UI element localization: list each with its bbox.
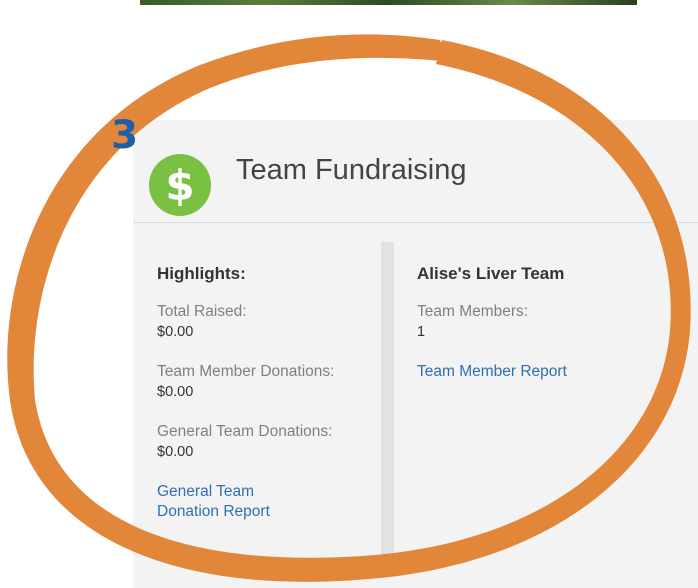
dollar-icon: $ <box>149 154 211 216</box>
general-team-donation-report-link[interactable]: General Team Donation Report <box>157 482 367 522</box>
step-number-badge: 3 <box>111 113 139 158</box>
team-members-value: 1 <box>417 324 426 340</box>
team-member-report-link[interactable]: Team Member Report <box>417 362 677 382</box>
general-team-donations-value: $0.00 <box>157 444 194 460</box>
total-raised-label: Total Raised: <box>157 303 247 320</box>
team-column: Alise's Liver Team Team Members: 1 Team … <box>417 264 677 382</box>
svg-text:$: $ <box>165 162 194 208</box>
team-name-heading: Alise's Liver Team <box>417 264 565 283</box>
total-raised-value: $0.00 <box>157 324 194 340</box>
team-member-donations-label: Team Member Donations: <box>157 363 335 380</box>
report-link-line-1: General Team <box>157 483 255 500</box>
team-fundraising-panel: $ Team Fundraising Highlights: Total Rai… <box>133 120 698 588</box>
highlights-heading: Highlights: <box>157 264 246 283</box>
panel-header: $ Team Fundraising <box>133 120 698 223</box>
general-team-donations-label: General Team Donations: <box>157 423 333 440</box>
column-divider <box>381 242 394 562</box>
dollar-glyph-icon: $ <box>165 162 194 208</box>
page-title: Team Fundraising <box>236 154 467 186</box>
highlights-column: Highlights: Total Raised: $0.00 Team Mem… <box>157 264 367 522</box>
team-members-label: Team Members: <box>417 303 529 320</box>
header-photo <box>140 0 637 5</box>
team-member-donations-value: $0.00 <box>157 384 194 400</box>
report-link-line-2: Donation Report <box>157 503 270 520</box>
